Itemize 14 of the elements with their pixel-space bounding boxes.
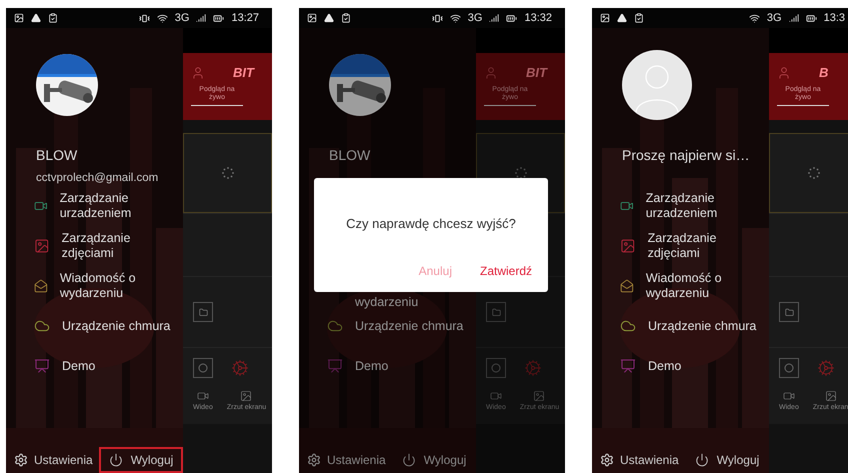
user-name: BLOW bbox=[36, 146, 78, 164]
network-type: 3G bbox=[468, 12, 482, 24]
user-email: cctvprolech@gmail.com bbox=[36, 172, 160, 184]
clock: 13:3 bbox=[824, 12, 845, 24]
user-name: Proszę najpierw si… bbox=[622, 146, 751, 164]
app-logo: BIT bbox=[233, 65, 254, 80]
app-logo: B bbox=[819, 65, 828, 80]
clock: 13:27 bbox=[231, 12, 259, 24]
app-logo: BIT bbox=[526, 65, 547, 80]
network-type: 3G bbox=[766, 12, 782, 24]
dialog-message: Czy naprawdę chcesz wyjść? bbox=[345, 216, 517, 231]
user-name: BLOW bbox=[329, 146, 372, 164]
network-type: 3G bbox=[174, 12, 190, 24]
clock: 13:32 bbox=[524, 12, 552, 24]
